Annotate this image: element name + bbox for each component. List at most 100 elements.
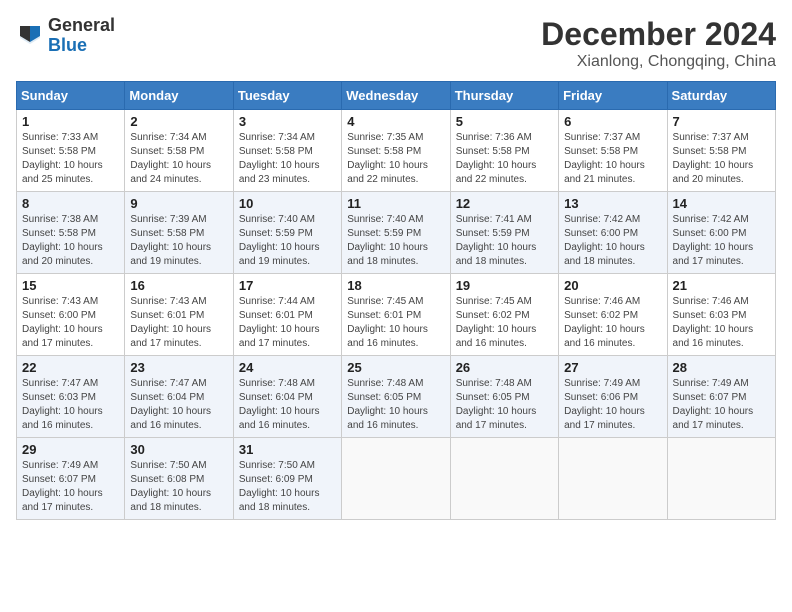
day-info: Sunrise: 7:35 AM Sunset: 5:58 PM Dayligh… <box>347 131 444 187</box>
page-header: General Blue December 2024 Xianlong, Cho… <box>16 16 776 71</box>
day-number: 30 <box>130 442 227 457</box>
calendar-day-cell <box>559 438 667 520</box>
day-info: Sunrise: 7:47 AM Sunset: 6:04 PM Dayligh… <box>130 377 227 433</box>
day-number: 20 <box>564 278 661 293</box>
calendar-day-cell: 11Sunrise: 7:40 AM Sunset: 5:59 PM Dayli… <box>342 192 450 274</box>
calendar-week-row: 15 Sunrise: 7:43 AM Sunset: 6:00 PM Dayli… <box>17 274 776 356</box>
month-title: December 2024 <box>541 16 776 53</box>
day-info: Sunrise: 7:49 AM Sunset: 6:06 PM Dayligh… <box>564 377 661 433</box>
day-info: Sunrise: 7:44 AM Sunset: 6:01 PM Dayligh… <box>239 295 336 351</box>
calendar-day-cell: 2 Sunrise: 7:34 AM Sunset: 5:58 PM Daylig… <box>125 110 233 192</box>
calendar-day-cell: 14 Sunrise: 7:42 AM Sunset: 6:00 PM Dayli… <box>667 192 775 274</box>
day-info: Sunrise: 7:50 AM Sunset: 6:08 PM Dayligh… <box>130 459 227 515</box>
day-info: Sunrise: 7:42 AM Sunset: 6:00 PM Dayligh… <box>673 213 770 269</box>
day-number: 22 <box>22 360 119 375</box>
calendar-week-row: 22 Sunrise: 7:47 AM Sunset: 6:03 PM Dayli… <box>17 356 776 438</box>
day-info: Sunrise: 7:38 AM Sunset: 5:58 PM Dayligh… <box>22 213 119 269</box>
day-number: 7 <box>673 114 770 129</box>
day-number: 28 <box>673 360 770 375</box>
calendar-day-cell: 24Sunrise: 7:48 AM Sunset: 6:04 PM Dayli… <box>233 356 341 438</box>
day-number: 5 <box>456 114 553 129</box>
logo: General Blue <box>16 16 115 56</box>
weekday-header: Thursday <box>450 82 558 110</box>
calendar-day-cell: 17 Sunrise: 7:44 AM Sunset: 6:01 PM Dayli… <box>233 274 341 356</box>
calendar-day-cell: 21Sunrise: 7:46 AM Sunset: 6:03 PM Dayli… <box>667 274 775 356</box>
calendar-day-cell: 22 Sunrise: 7:47 AM Sunset: 6:03 PM Dayli… <box>17 356 125 438</box>
weekday-header: Friday <box>559 82 667 110</box>
calendar-day-cell: 15 Sunrise: 7:43 AM Sunset: 6:00 PM Dayli… <box>17 274 125 356</box>
day-info: Sunrise: 7:41 AM Sunset: 5:59 PM Dayligh… <box>456 213 553 269</box>
calendar-day-cell <box>342 438 450 520</box>
day-number: 1 <box>22 114 119 129</box>
day-info: Sunrise: 7:43 AM Sunset: 6:00 PM Dayligh… <box>22 295 119 351</box>
day-number: 9 <box>130 196 227 211</box>
logo-icon <box>16 22 44 50</box>
day-info: Sunrise: 7:39 AM Sunset: 5:58 PM Dayligh… <box>130 213 227 269</box>
calendar-day-cell: 3 Sunrise: 7:34 AM Sunset: 5:58 PM Daylig… <box>233 110 341 192</box>
calendar-day-cell: 16 Sunrise: 7:43 AM Sunset: 6:01 PM Dayli… <box>125 274 233 356</box>
day-info: Sunrise: 7:47 AM Sunset: 6:03 PM Dayligh… <box>22 377 119 433</box>
day-number: 8 <box>22 196 119 211</box>
calendar-table: SundayMondayTuesdayWednesdayThursdayFrid… <box>16 81 776 520</box>
calendar-day-cell: 29 Sunrise: 7:49 AM Sunset: 6:07 PM Dayli… <box>17 438 125 520</box>
weekday-header: Sunday <box>17 82 125 110</box>
day-number: 29 <box>22 442 119 457</box>
calendar-day-cell: 27 Sunrise: 7:49 AM Sunset: 6:06 PM Dayli… <box>559 356 667 438</box>
day-info: Sunrise: 7:36 AM Sunset: 5:58 PM Dayligh… <box>456 131 553 187</box>
day-number: 2 <box>130 114 227 129</box>
calendar-week-row: 8 Sunrise: 7:38 AM Sunset: 5:58 PM Daylig… <box>17 192 776 274</box>
calendar-day-cell: 6 Sunrise: 7:37 AM Sunset: 5:58 PM Daylig… <box>559 110 667 192</box>
day-info: Sunrise: 7:34 AM Sunset: 5:58 PM Dayligh… <box>239 131 336 187</box>
calendar-day-cell: 23 Sunrise: 7:47 AM Sunset: 6:04 PM Dayli… <box>125 356 233 438</box>
calendar-day-cell <box>450 438 558 520</box>
logo-general: General <box>48 15 115 35</box>
location-title: Xianlong, Chongqing, China <box>541 53 776 71</box>
calendar-day-cell: 31Sunrise: 7:50 AM Sunset: 6:09 PM Dayli… <box>233 438 341 520</box>
calendar-day-cell: 18 Sunrise: 7:45 AM Sunset: 6:01 PM Dayli… <box>342 274 450 356</box>
day-number: 16 <box>130 278 227 293</box>
day-info: Sunrise: 7:49 AM Sunset: 6:07 PM Dayligh… <box>673 377 770 433</box>
calendar-header: SundayMondayTuesdayWednesdayThursdayFrid… <box>17 82 776 110</box>
day-number: 24 <box>239 360 336 375</box>
day-number: 11 <box>347 196 444 211</box>
day-number: 15 <box>22 278 119 293</box>
day-number: 4 <box>347 114 444 129</box>
calendar-day-cell: 30 Sunrise: 7:50 AM Sunset: 6:08 PM Dayli… <box>125 438 233 520</box>
day-info: Sunrise: 7:46 AM Sunset: 6:03 PM Dayligh… <box>673 295 770 351</box>
calendar-day-cell: 26Sunrise: 7:48 AM Sunset: 6:05 PM Dayli… <box>450 356 558 438</box>
calendar-day-cell: 25Sunrise: 7:48 AM Sunset: 6:05 PM Dayli… <box>342 356 450 438</box>
weekday-header: Monday <box>125 82 233 110</box>
logo-text: General Blue <box>48 16 115 56</box>
day-number: 19 <box>456 278 553 293</box>
day-info: Sunrise: 7:45 AM Sunset: 6:01 PM Dayligh… <box>347 295 444 351</box>
day-number: 6 <box>564 114 661 129</box>
calendar-day-cell: 5 Sunrise: 7:36 AM Sunset: 5:58 PM Daylig… <box>450 110 558 192</box>
day-info: Sunrise: 7:48 AM Sunset: 6:05 PM Dayligh… <box>347 377 444 433</box>
day-info: Sunrise: 7:45 AM Sunset: 6:02 PM Dayligh… <box>456 295 553 351</box>
day-number: 13 <box>564 196 661 211</box>
title-block: December 2024 Xianlong, Chongqing, China <box>541 16 776 71</box>
day-info: Sunrise: 7:34 AM Sunset: 5:58 PM Dayligh… <box>130 131 227 187</box>
day-number: 10 <box>239 196 336 211</box>
day-number: 18 <box>347 278 444 293</box>
calendar-day-cell: 13 Sunrise: 7:42 AM Sunset: 6:00 PM Dayli… <box>559 192 667 274</box>
day-info: Sunrise: 7:49 AM Sunset: 6:07 PM Dayligh… <box>22 459 119 515</box>
day-number: 3 <box>239 114 336 129</box>
weekday-header: Saturday <box>667 82 775 110</box>
day-number: 26 <box>456 360 553 375</box>
day-info: Sunrise: 7:43 AM Sunset: 6:01 PM Dayligh… <box>130 295 227 351</box>
day-info: Sunrise: 7:50 AM Sunset: 6:09 PM Dayligh… <box>239 459 336 515</box>
calendar-day-cell: 1Sunrise: 7:33 AM Sunset: 5:58 PM Daylig… <box>17 110 125 192</box>
day-number: 14 <box>673 196 770 211</box>
day-number: 27 <box>564 360 661 375</box>
day-info: Sunrise: 7:37 AM Sunset: 5:58 PM Dayligh… <box>673 131 770 187</box>
day-number: 12 <box>456 196 553 211</box>
logo-blue: Blue <box>48 35 87 55</box>
calendar-week-row: 29 Sunrise: 7:49 AM Sunset: 6:07 PM Dayli… <box>17 438 776 520</box>
calendar-day-cell: 7 Sunrise: 7:37 AM Sunset: 5:58 PM Daylig… <box>667 110 775 192</box>
calendar-week-row: 1Sunrise: 7:33 AM Sunset: 5:58 PM Daylig… <box>17 110 776 192</box>
day-number: 23 <box>130 360 227 375</box>
day-info: Sunrise: 7:42 AM Sunset: 6:00 PM Dayligh… <box>564 213 661 269</box>
day-info: Sunrise: 7:37 AM Sunset: 5:58 PM Dayligh… <box>564 131 661 187</box>
day-number: 17 <box>239 278 336 293</box>
